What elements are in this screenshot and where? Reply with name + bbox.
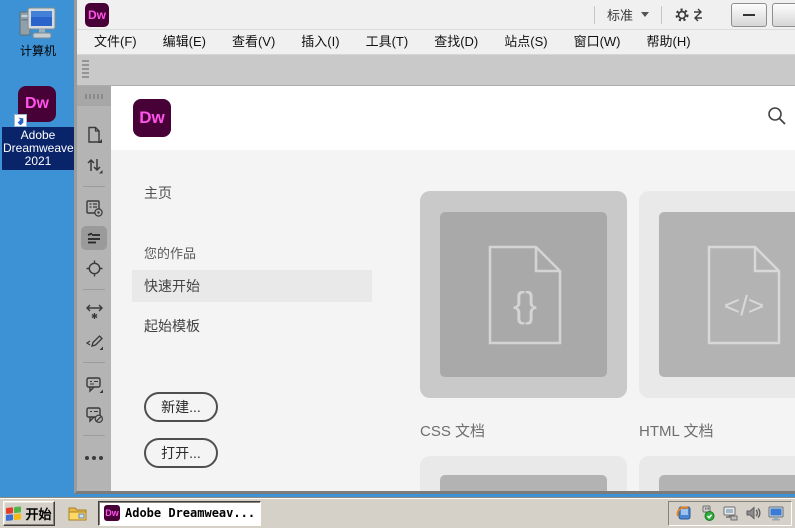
titlebar: Dw 标准 (77, 0, 795, 30)
standard-toolbar (77, 55, 795, 86)
resize-constrain-icon[interactable] (81, 299, 107, 323)
card-label-html: HTML 文档 (639, 420, 795, 441)
minimize-icon (743, 14, 755, 16)
desktop-icon-label-selected: Adobe Dreamweaver 2021 (2, 127, 74, 170)
nav-item-your-work[interactable]: 您的作品 (132, 243, 372, 262)
titlebar-separator (594, 6, 595, 24)
toolbar-grip-icon[interactable] (82, 60, 89, 80)
target-icon[interactable] (81, 256, 107, 280)
document-toolbar (77, 86, 111, 491)
live-preview-icon[interactable] (81, 196, 107, 220)
quick-start-cards: {} </> (372, 150, 795, 491)
toolbar-divider (83, 362, 105, 363)
menu-file[interactable]: 文件(F) (81, 30, 150, 54)
workspace-label: 标准 (607, 5, 633, 24)
maximize-button[interactable] (772, 3, 795, 27)
desktop-icon-dreamweaver[interactable]: Dw Adobe Dreamweaver 2021 (0, 86, 76, 170)
toolbar-divider (83, 186, 105, 187)
menu-view[interactable]: 查看(V) (219, 30, 288, 54)
titlebar-separator (661, 6, 662, 24)
card-css-document[interactable]: {} (420, 191, 627, 398)
task-label: Adobe Dreamweav... (125, 506, 255, 520)
menu-find[interactable]: 查找(D) (421, 30, 491, 54)
card-label-css: CSS 文档 (420, 420, 627, 441)
desktop-icon-label: 计算机 (0, 44, 76, 58)
display-icon[interactable] (768, 505, 784, 521)
menu-tools[interactable]: 工具(T) (353, 30, 422, 54)
more-ellipsis-icon[interactable] (85, 456, 103, 460)
menubar: 文件(F) 编辑(E) 查看(V) 插入(I) 工具(T) 查找(D) 站点(S… (77, 30, 795, 55)
css-braces-file-icon: {} (484, 245, 564, 345)
card-partial[interactable] (420, 456, 627, 491)
html-tags-file-icon: </> (703, 245, 783, 345)
start-button[interactable]: 开始 (3, 501, 55, 526)
menu-help[interactable]: 帮助(H) (634, 30, 704, 54)
nav-item-home[interactable]: 主页 (132, 183, 372, 203)
new-file-icon[interactable] (81, 123, 107, 147)
shortcut-arrow-icon (14, 114, 27, 127)
format-outline-icon[interactable] (81, 226, 107, 250)
workspace-caret-icon (641, 12, 649, 17)
dreamweaver-app-icon: Dw (85, 3, 109, 27)
menu-edit[interactable]: 编辑(E) (150, 30, 219, 54)
start-button-label: 开始 (25, 504, 51, 523)
computer-icon (0, 6, 76, 42)
desktop: 计算机 Dw Adobe Dreamweaver 2021 Dw 标准 (0, 0, 795, 528)
menu-site[interactable]: 站点(S) (491, 30, 560, 54)
comment-icon[interactable] (81, 372, 107, 396)
quick-launch-folder-icon[interactable] (68, 505, 88, 522)
usb-safely-remove-icon[interactable] (699, 505, 715, 521)
start-screen-header: Dw (111, 86, 795, 150)
dreamweaver-logo: Dw (133, 99, 171, 137)
card-partial[interactable] (639, 456, 795, 491)
edit-code-icon[interactable] (81, 329, 107, 353)
comment-disabled-icon[interactable] (81, 402, 107, 426)
taskbar: 开始 Dw Adobe Dreamweav... (0, 497, 795, 528)
gear-sync-icon[interactable] (674, 6, 703, 23)
volume-icon[interactable] (745, 505, 761, 521)
nav-item-quick-start[interactable]: 快速开始 (132, 270, 372, 302)
search-icon[interactable] (766, 105, 788, 132)
get-put-arrows-icon[interactable] (81, 153, 107, 177)
menu-insert[interactable]: 插入(I) (288, 30, 352, 54)
minimize-button[interactable] (731, 3, 767, 27)
taskbar-task-dreamweaver[interactable]: Dw Adobe Dreamweav... (98, 501, 261, 526)
toolbar-grip-icon[interactable] (77, 86, 111, 106)
new-button[interactable]: 新建... (144, 392, 218, 422)
nav-item-starter-templates[interactable]: 起始模板 (132, 316, 372, 336)
desktop-icon-computer[interactable]: 计算机 (0, 6, 76, 58)
workspace-switcher[interactable]: 标准 (607, 5, 649, 24)
windows-logo-icon (6, 506, 22, 521)
card-html-document[interactable]: </> (639, 191, 795, 398)
dreamweaver-window: Dw 标准 文 (74, 0, 795, 494)
toolbar-divider (83, 435, 105, 436)
network-icon[interactable] (722, 505, 738, 521)
open-button[interactable]: 打开... (144, 438, 218, 468)
dreamweaver-task-icon: Dw (104, 505, 120, 521)
menu-window[interactable]: 窗口(W) (561, 30, 634, 54)
svg-text:</>: </> (723, 290, 763, 321)
svg-text:{}: {} (512, 284, 536, 325)
system-tray (668, 501, 792, 526)
action-center-icon[interactable] (676, 505, 692, 521)
toolbar-divider (83, 289, 105, 290)
start-screen: Dw 主页 您的作品 快速开始 起始模板 新建... (111, 86, 795, 491)
start-screen-nav: 主页 您的作品 快速开始 起始模板 新建... 打开... (111, 150, 372, 491)
